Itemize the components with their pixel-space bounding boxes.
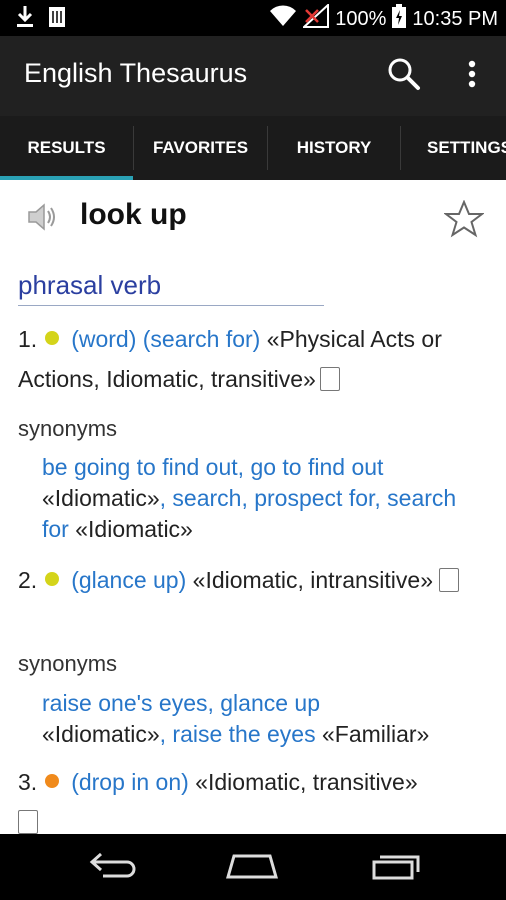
sense-number: 1. bbox=[18, 326, 38, 352]
sim-icon bbox=[48, 6, 66, 33]
synonym-link[interactable]: , raise the eyes bbox=[160, 721, 316, 747]
battery-icon bbox=[392, 4, 407, 34]
recents-button[interactable] bbox=[366, 848, 426, 886]
synonym-tag: «Idiomatic» bbox=[42, 721, 160, 747]
synonyms-list: be going to find out, go to find out «Id… bbox=[42, 452, 482, 545]
signal-icon bbox=[301, 2, 330, 34]
note-icon[interactable] bbox=[18, 810, 38, 834]
sense-definition[interactable]: (word) (search for) bbox=[71, 326, 260, 352]
home-button[interactable] bbox=[222, 848, 282, 886]
battery-percent: 100% bbox=[335, 7, 387, 30]
note-icon[interactable] bbox=[319, 367, 340, 391]
synonym-link[interactable]: raise one's eyes, glance up bbox=[42, 690, 320, 716]
back-button[interactable] bbox=[84, 848, 144, 886]
sense-dot bbox=[45, 572, 60, 586]
recents-icon bbox=[371, 850, 421, 885]
synonym-link[interactable]: be going to find out, go to find out bbox=[42, 454, 383, 480]
word-header: look up bbox=[0, 180, 506, 260]
app-bar: English Thesaurus bbox=[0, 36, 506, 116]
home-icon bbox=[224, 850, 280, 885]
sense-number: 3. bbox=[18, 769, 38, 795]
headword: look up bbox=[80, 198, 187, 231]
search-button[interactable] bbox=[384, 56, 424, 96]
tab-history[interactable]: HISTORY bbox=[268, 116, 400, 180]
download-icon bbox=[16, 6, 34, 33]
synonyms-label: synonyms bbox=[18, 416, 118, 441]
synonym-tag: «Idiomatic» bbox=[42, 485, 160, 511]
synonyms-list: raise one's eyes, glance up «Idiomatic»,… bbox=[42, 688, 482, 750]
wifi-icon bbox=[269, 5, 297, 33]
synonym-tag: «Idiomatic» bbox=[68, 516, 193, 542]
sense-definition[interactable]: (glance up) bbox=[71, 567, 186, 593]
tab-settings[interactable]: SETTINGS bbox=[401, 116, 506, 180]
sense-item: 2. (glance up) «Idiomatic, intransitive» bbox=[18, 560, 488, 600]
sense-tags: «Idiomatic, transitive» bbox=[195, 769, 418, 795]
sense-dot bbox=[45, 331, 60, 345]
tab-results[interactable]: RESULTS bbox=[0, 116, 133, 180]
part-of-speech: phrasal verb bbox=[18, 270, 324, 306]
note-icon[interactable] bbox=[439, 568, 460, 592]
sense-item: 1. (word) (search for) «Physical Acts or … bbox=[18, 319, 488, 399]
tab-bar: RESULTS FAVORITES HISTORY SETTINGS bbox=[0, 116, 506, 180]
synonym-tag: «Familiar» bbox=[315, 721, 430, 747]
sense-definition[interactable]: (drop in on) bbox=[71, 769, 189, 795]
back-icon bbox=[89, 851, 139, 884]
search-icon bbox=[387, 57, 421, 96]
sense-item: 3. (drop in on) «Idiomatic, transitive» bbox=[18, 762, 488, 834]
app-title: English Thesaurus bbox=[24, 58, 248, 88]
star-outline-icon[interactable] bbox=[443, 199, 485, 243]
status-bar: 100% 10:35 PM bbox=[0, 0, 506, 36]
clock: 10:35 PM bbox=[412, 7, 498, 30]
sense-tags: «Idiomatic, intransitive» bbox=[192, 567, 433, 593]
sense-number: 2. bbox=[18, 567, 38, 593]
sense-dot bbox=[45, 774, 60, 788]
tab-favorites[interactable]: FAVORITES bbox=[134, 116, 267, 180]
results-content[interactable]: look up phrasal verb 1. (word) (search fo… bbox=[0, 180, 506, 834]
overflow-menu-icon bbox=[468, 60, 476, 93]
overflow-menu-button[interactable] bbox=[452, 56, 492, 96]
system-nav-bar bbox=[0, 834, 506, 900]
speaker-icon[interactable] bbox=[26, 200, 60, 239]
synonyms-label: synonyms bbox=[18, 651, 118, 676]
